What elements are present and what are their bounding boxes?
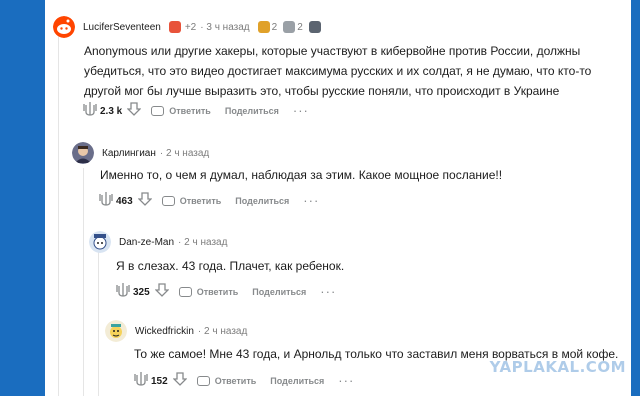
award-count: 2 <box>297 21 303 33</box>
comment-actions: 463 Ответить Поделиться ··· <box>99 191 319 211</box>
comment-header: Карлингиан · 2 ч назад <box>72 142 209 164</box>
comment-line: другой мог бы лучше выразить это, чтобы … <box>84 84 560 98</box>
vote-count: 325 <box>133 286 150 298</box>
comment-header: Wickedfrickin · 2 ч назад <box>105 320 247 342</box>
share-button[interactable]: Поделиться <box>225 106 279 116</box>
comment-line: убедиться, что это видео достигает макси… <box>84 64 592 78</box>
helpful-award-icon <box>283 21 296 33</box>
comment-actions: 2.3 k Ответить Поделиться ··· <box>83 101 309 121</box>
comment-body: Я в слезах. 43 года. Плачет, как ребенок… <box>116 256 344 276</box>
watermark: YAPLAKAL.COM <box>489 358 626 376</box>
reply-button[interactable]: Ответить <box>169 106 211 116</box>
comments-panel: LuciferSeventeen +2 · 3 ч назад 2 2 Anon… <box>45 0 631 396</box>
reply-icon[interactable] <box>161 196 175 206</box>
avatar[interactable] <box>89 231 111 253</box>
flair-icon <box>168 21 181 33</box>
share-button[interactable]: Поделиться <box>252 287 306 297</box>
downvote-icon[interactable] <box>172 371 188 391</box>
reply-button[interactable]: Ответить <box>215 376 257 386</box>
comment-line: Я в слезах. 43 года. Плачет, как ребенок… <box>116 259 345 273</box>
avatar[interactable] <box>72 142 94 164</box>
comment-body: Anonymous или другие хакеры, которые уча… <box>84 41 591 101</box>
timestamp[interactable]: · 2 ч назад <box>198 326 247 337</box>
thread-line[interactable] <box>98 252 99 396</box>
thread-line[interactable] <box>83 168 84 396</box>
more-options-icon[interactable]: ··· <box>320 285 336 298</box>
more-options-icon[interactable]: ··· <box>303 194 319 207</box>
comment-actions: 152 Ответить Поделиться ··· <box>134 371 354 391</box>
comment-actions: 325 Ответить Поделиться ··· <box>116 282 336 302</box>
timestamp[interactable]: · 2 ч назад <box>160 148 209 159</box>
downvote-icon[interactable] <box>126 101 142 121</box>
comment-body: Именно то, о чем я думал, наблюдая за эт… <box>100 165 502 185</box>
upvote-icon[interactable] <box>83 101 97 122</box>
reply-button[interactable]: Ответить <box>197 287 239 297</box>
username[interactable]: LuciferSeventeen <box>83 22 161 33</box>
flair-count: +2 <box>184 21 197 33</box>
reply-icon[interactable] <box>151 106 165 116</box>
vote-count: 152 <box>151 375 168 387</box>
comment-line: Anonymous или другие хакеры, которые уча… <box>84 44 581 58</box>
vote-count: 463 <box>116 195 133 207</box>
avatar[interactable] <box>105 320 127 342</box>
upvote-icon[interactable] <box>99 191 113 212</box>
username[interactable]: Dan-ze-Man <box>119 237 174 248</box>
more-options-icon[interactable]: ··· <box>338 374 354 387</box>
share-button[interactable]: Поделиться <box>270 376 324 386</box>
thread-line[interactable] <box>58 32 59 396</box>
timestamp[interactable]: · 3 ч назад <box>200 22 249 33</box>
downvote-icon[interactable] <box>137 191 153 211</box>
share-button[interactable]: Поделиться <box>235 196 289 206</box>
avatar[interactable] <box>53 16 75 38</box>
vote-count: 2.3 k <box>100 105 123 117</box>
upvote-icon[interactable] <box>116 282 130 303</box>
image-award-icon <box>308 21 321 33</box>
timestamp[interactable]: · 2 ч назад <box>178 237 227 248</box>
downvote-icon[interactable] <box>154 282 170 302</box>
comment-header: Dan-ze-Man · 2 ч назад <box>89 231 227 253</box>
reply-button[interactable]: Ответить <box>180 196 222 206</box>
gold-trophy-award-icon <box>257 21 270 33</box>
username[interactable]: Wickedfrickin <box>135 326 194 337</box>
comment-line: Именно то, о чем я думал, наблюдая за эт… <box>100 168 503 182</box>
award-count: 2 <box>271 21 278 33</box>
comment-header: LuciferSeventeen +2 · 3 ч назад 2 2 <box>53 16 321 38</box>
reply-icon[interactable] <box>178 287 192 297</box>
upvote-icon[interactable] <box>134 371 148 392</box>
username[interactable]: Карлингиан <box>102 148 156 159</box>
more-options-icon[interactable]: ··· <box>293 104 309 117</box>
reply-icon[interactable] <box>196 376 210 386</box>
